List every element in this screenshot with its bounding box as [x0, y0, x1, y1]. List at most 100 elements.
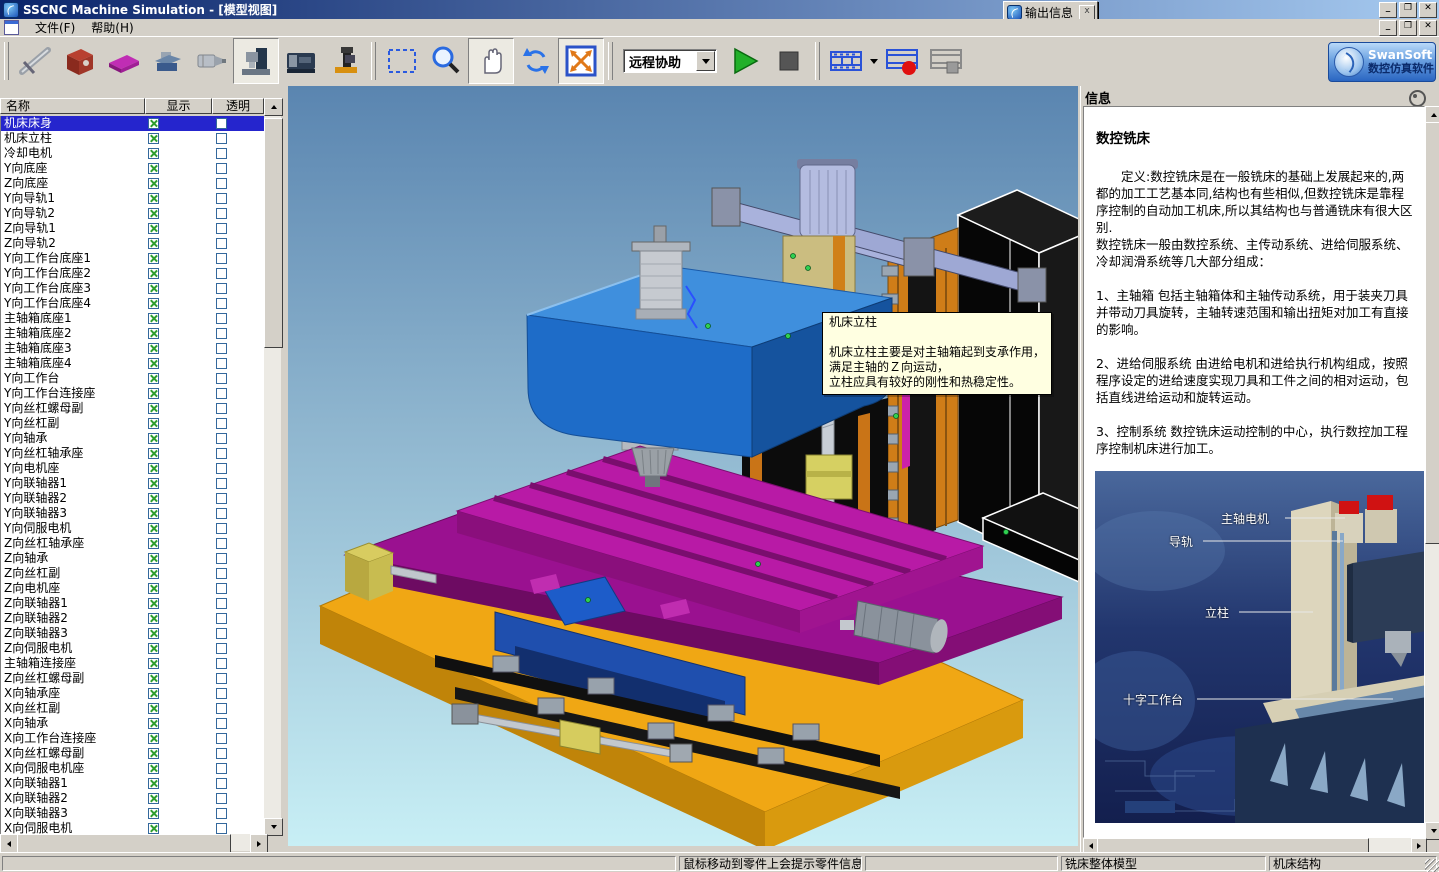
scrollbar-thumb[interactable]	[17, 834, 231, 853]
show-checkbox[interactable]	[148, 613, 159, 624]
part-row[interactable]: X向联轴器1	[1, 776, 264, 791]
menu-file[interactable]: 文件(F)	[27, 18, 83, 37]
show-checkbox[interactable]	[148, 208, 159, 219]
spindle-part-button[interactable]	[189, 39, 233, 83]
show-checkbox[interactable]	[148, 193, 159, 204]
part-row[interactable]: Z向伺服电机	[1, 641, 264, 656]
part-row[interactable]: Z向电机座	[1, 581, 264, 596]
toolbar-grip[interactable]	[371, 42, 376, 80]
transparent-checkbox[interactable]	[216, 658, 227, 669]
film-dropdown-arrow-icon[interactable]	[870, 59, 878, 64]
saddle-part-button[interactable]	[145, 39, 189, 83]
column-header-name[interactable]: 名称	[0, 98, 145, 114]
part-row[interactable]: Y向伺服电机	[1, 521, 264, 536]
child-restore-button[interactable]: ❐	[1399, 20, 1417, 36]
part-row[interactable]: Y向底座	[1, 161, 264, 176]
part-row[interactable]: Y向工作台连接座	[1, 386, 264, 401]
show-checkbox[interactable]	[148, 118, 159, 129]
show-checkbox[interactable]	[148, 448, 159, 459]
part-row[interactable]: Y向导轨2	[1, 206, 264, 221]
show-checkbox[interactable]	[148, 763, 159, 774]
output-info-close-button[interactable]: x	[1079, 5, 1095, 20]
dropdown-arrow-icon[interactable]	[696, 51, 715, 71]
transparent-checkbox[interactable]	[216, 418, 227, 429]
transparent-checkbox[interactable]	[216, 673, 227, 684]
show-checkbox[interactable]	[148, 148, 159, 159]
transparent-checkbox[interactable]	[216, 598, 227, 609]
show-checkbox[interactable]	[148, 388, 159, 399]
part-row[interactable]: X向联轴器3	[1, 806, 264, 821]
show-checkbox[interactable]	[148, 418, 159, 429]
transparent-checkbox[interactable]	[216, 613, 227, 624]
show-checkbox[interactable]	[148, 583, 159, 594]
transparent-checkbox[interactable]	[216, 718, 227, 729]
show-checkbox[interactable]	[148, 703, 159, 714]
part-row[interactable]: 冷却电机	[1, 146, 264, 161]
model-viewport[interactable]: 机床立柱 机床立柱主要是对主轴箱起到支承作用， 满足主轴的Ｚ向运动， 立柱应具有…	[288, 86, 1079, 846]
transparent-checkbox[interactable]	[216, 583, 227, 594]
minimize-button[interactable]: _	[1379, 2, 1397, 18]
transparent-checkbox[interactable]	[216, 403, 227, 414]
show-checkbox[interactable]	[148, 658, 159, 669]
transparent-checkbox[interactable]	[216, 733, 227, 744]
transparent-checkbox[interactable]	[216, 178, 227, 189]
part-row[interactable]: X向伺服电机	[1, 821, 264, 834]
transparent-checkbox[interactable]	[216, 808, 227, 819]
ballscrew-part-button[interactable]	[13, 39, 57, 83]
transparent-checkbox[interactable]	[216, 628, 227, 639]
child-minimize-button[interactable]: _	[1379, 20, 1397, 36]
remote-assist-dropdown[interactable]: 远程协助	[623, 49, 717, 73]
transparent-checkbox[interactable]	[216, 208, 227, 219]
part-row[interactable]: 主轴箱底座4	[1, 356, 264, 371]
transparent-checkbox[interactable]	[216, 523, 227, 534]
transparent-checkbox[interactable]	[216, 313, 227, 324]
pan-tool-button[interactable]	[468, 38, 514, 84]
part-row[interactable]: X向丝杠副	[1, 701, 264, 716]
lathe-machine-button[interactable]	[279, 39, 323, 83]
part-row[interactable]: X向丝杠螺母副	[1, 746, 264, 761]
show-checkbox[interactable]	[148, 433, 159, 444]
transparent-checkbox[interactable]	[216, 748, 227, 759]
show-checkbox[interactable]	[148, 268, 159, 279]
transparent-checkbox[interactable]	[216, 373, 227, 384]
info-horizontal-scrollbar[interactable]	[1083, 838, 1425, 852]
info-vertical-scrollbar[interactable]	[1425, 106, 1439, 838]
part-row[interactable]: 主轴箱连接座	[1, 656, 264, 671]
animation-button[interactable]	[824, 39, 868, 83]
show-checkbox[interactable]	[148, 628, 159, 639]
transparent-checkbox[interactable]	[216, 343, 227, 354]
part-row[interactable]: X向轴承座	[1, 686, 264, 701]
part-row[interactable]: X向联轴器2	[1, 791, 264, 806]
fit-view-button[interactable]	[558, 38, 604, 84]
show-checkbox[interactable]	[148, 163, 159, 174]
part-row[interactable]: 机床立柱	[1, 131, 264, 146]
show-checkbox[interactable]	[148, 778, 159, 789]
close-button[interactable]: ✕	[1419, 2, 1437, 18]
show-checkbox[interactable]	[148, 463, 159, 474]
part-row[interactable]: Y向轴承	[1, 431, 264, 446]
spindle-box-part-button[interactable]	[57, 39, 101, 83]
scroll-up-icon[interactable]	[264, 98, 283, 116]
part-row[interactable]: Y向工作台底座4	[1, 296, 264, 311]
part-row[interactable]: Y向丝杠副	[1, 416, 264, 431]
restore-button[interactable]: ❐	[1399, 2, 1417, 18]
part-row[interactable]: Z向丝杠螺母副	[1, 671, 264, 686]
part-row[interactable]: Z向联轴器1	[1, 596, 264, 611]
show-checkbox[interactable]	[148, 643, 159, 654]
resize-grip[interactable]	[1425, 859, 1439, 872]
part-row[interactable]: 主轴箱底座2	[1, 326, 264, 341]
transparent-checkbox[interactable]	[216, 643, 227, 654]
part-row[interactable]: Y向联轴器2	[1, 491, 264, 506]
record-stop-button[interactable]	[924, 39, 968, 83]
part-row[interactable]: Z向导轨2	[1, 236, 264, 251]
show-checkbox[interactable]	[148, 673, 159, 684]
part-row[interactable]: Z向联轴器3	[1, 626, 264, 641]
drill-machine-button[interactable]	[323, 39, 367, 83]
transparent-checkbox[interactable]	[216, 328, 227, 339]
transparent-checkbox[interactable]	[216, 148, 227, 159]
transparent-checkbox[interactable]	[216, 283, 227, 294]
parts-vertical-scrollbar[interactable]	[264, 98, 281, 834]
transparent-checkbox[interactable]	[216, 763, 227, 774]
show-checkbox[interactable]	[148, 718, 159, 729]
part-row[interactable]: X向伺服电机座	[1, 761, 264, 776]
